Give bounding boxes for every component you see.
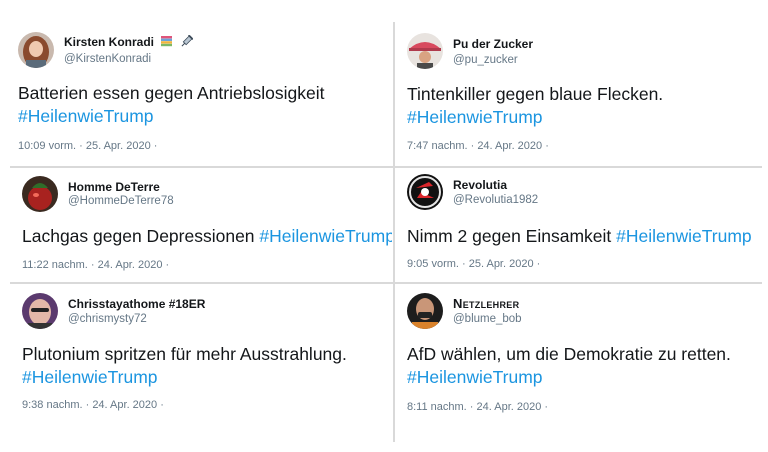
tweet-card[interactable]: Chrisstayathome #18ER @chrismysty72 Plut…	[10, 285, 392, 425]
tweet-text: Tintenkiller gegen blaue Flecken. #Heile…	[407, 83, 663, 129]
tweet-text: Batterien essen gegen Antriebslosigkeit …	[18, 82, 324, 128]
display-name[interactable]: Netzlehrer	[453, 296, 519, 311]
tweet-text: Lachgas gegen Depressionen #HeilenwieTru…	[22, 225, 392, 248]
tweet-card[interactable]: Pu der Zucker @pu_zucker Tintenkiller ge…	[397, 22, 762, 165]
tweet-card[interactable]: Revolutia @Revolutia1982 Nimm 2 gegen Ei…	[397, 169, 762, 281]
hashtag-link[interactable]: #HeilenwieTrump	[22, 366, 347, 389]
hashtag-link[interactable]: #HeilenwieTrump	[407, 106, 663, 129]
hashtag-link[interactable]: #HeilenwieTrump	[259, 226, 392, 246]
user-handle[interactable]: @blume_bob	[453, 313, 522, 325]
row-divider	[10, 282, 762, 284]
display-name[interactable]: Homme DeTerre	[68, 180, 160, 194]
books-emoji-icon	[160, 35, 173, 51]
avatar[interactable]	[22, 176, 58, 212]
tweet-card[interactable]: Netzlehrer @blume_bob AfD wählen, um die…	[397, 285, 762, 425]
syringe-emoji-icon	[180, 34, 193, 51]
timestamp[interactable]: 8:11 nachm. · 24. Apr. 2020 ·	[407, 401, 548, 413]
display-name[interactable]: Pu der Zucker	[453, 37, 533, 51]
user-handle[interactable]: @KirstenKonradi	[64, 53, 151, 65]
hashtag-link[interactable]: #HeilenwieTrump	[407, 366, 731, 389]
timestamp[interactable]: 9:05 vorm. · 25. Apr. 2020 ·	[407, 258, 540, 270]
user-handle[interactable]: @pu_zucker	[453, 54, 518, 66]
tweet-body: Plutonium spritzen für mehr Ausstrahlung…	[22, 344, 347, 364]
display-name[interactable]: Kirsten Konradi	[64, 34, 193, 51]
tweet-text: Nimm 2 gegen Einsamkeit #HeilenwieTrump	[407, 225, 752, 248]
timestamp[interactable]: 11:22 nachm. · 24. Apr. 2020 ·	[22, 259, 169, 271]
tweet-text: AfD wählen, um die Demokratie zu retten.…	[407, 343, 731, 389]
tweet-text: Plutonium spritzen für mehr Ausstrahlung…	[22, 343, 347, 389]
avatar[interactable]	[407, 293, 443, 329]
user-handle[interactable]: @HommeDeTerre78	[68, 195, 174, 207]
user-handle[interactable]: @Revolutia1982	[453, 194, 538, 206]
column-divider	[393, 22, 395, 442]
tweet-body: Lachgas gegen Depressionen	[22, 226, 255, 246]
timestamp[interactable]: 9:38 nachm. · 24. Apr. 2020 ·	[22, 399, 164, 411]
user-handle[interactable]: @chrismysty72	[68, 313, 147, 325]
timestamp[interactable]: 7:47 nachm. · 24. Apr. 2020 ·	[407, 140, 549, 152]
avatar[interactable]	[407, 33, 443, 69]
tweet-body: Nimm 2 gegen Einsamkeit	[407, 226, 612, 246]
tweet-body: Tintenkiller gegen blaue Flecken.	[407, 84, 664, 104]
row-divider	[10, 166, 762, 168]
avatar[interactable]	[407, 174, 443, 210]
tweet-card[interactable]: Homme DeTerre @HommeDeTerre78 Lachgas ge…	[10, 169, 392, 281]
avatar[interactable]	[22, 293, 58, 329]
hashtag-link[interactable]: #HeilenwieTrump	[18, 105, 324, 128]
timestamp[interactable]: 10:09 vorm. · 25. Apr. 2020 ·	[18, 140, 157, 152]
avatar[interactable]	[18, 32, 54, 68]
tweet-card[interactable]: Kirsten Konradi @KirstenKonradi Batterie…	[10, 22, 392, 165]
display-name[interactable]: Revolutia	[453, 178, 507, 192]
tweet-body: AfD wählen, um die Demokratie zu retten.	[407, 344, 731, 364]
hashtag-link[interactable]: #HeilenwieTrump	[616, 226, 752, 246]
display-name[interactable]: Chrisstayathome #18ER	[68, 297, 205, 311]
tweet-body: Batterien essen gegen Antriebslosigkeit	[18, 83, 325, 103]
